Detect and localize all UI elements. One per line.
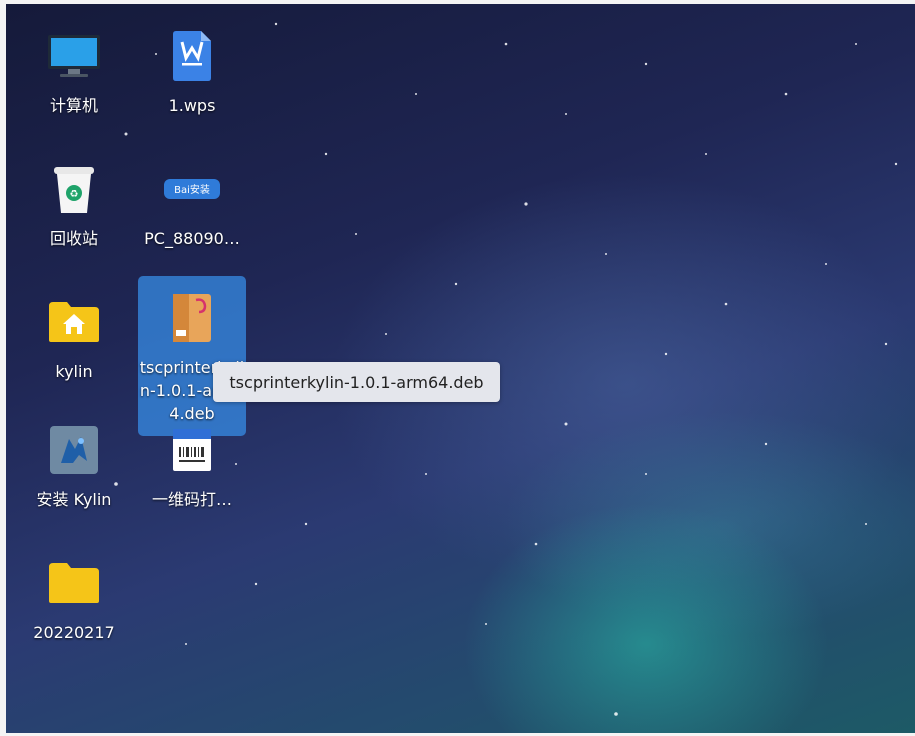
baidu-installer-icon: Bai安装	[162, 159, 222, 219]
kylin-installer-icon	[44, 420, 104, 480]
svg-text:♻: ♻	[70, 189, 79, 200]
barcode-app-icon	[162, 420, 222, 480]
icon-label: 1.wps	[168, 96, 216, 115]
icon-label: PC_88090…	[144, 229, 240, 248]
icon-label: 安装 Kylin	[36, 490, 112, 509]
icon-label: 20220217	[33, 623, 115, 642]
desktop-icon-folder-20220217[interactable]: 20220217	[20, 541, 128, 701]
filename-tooltip: tscprinterkylin-1.0.1-arm64.deb	[213, 362, 500, 402]
trash-icon: ♻	[44, 159, 104, 219]
folder-icon	[44, 553, 104, 613]
icon-label: 回收站	[49, 229, 98, 248]
icon-label: kylin	[55, 362, 93, 381]
icon-label: 计算机	[49, 96, 98, 115]
wps-document-icon	[162, 26, 222, 86]
desktop-background[interactable]: 计算机 ♻ 回收站 kylin 安装 Kylin 20220217 1.wps …	[6, 4, 915, 733]
deb-package-icon	[162, 288, 222, 348]
computer-icon	[44, 26, 104, 86]
desktop-icon-barcode-app[interactable]: 一维码打…	[138, 408, 246, 568]
icon-label: 一维码打…	[151, 490, 232, 509]
baidu-badge-text: Bai安装	[174, 183, 210, 196]
home-folder-icon	[44, 292, 104, 352]
